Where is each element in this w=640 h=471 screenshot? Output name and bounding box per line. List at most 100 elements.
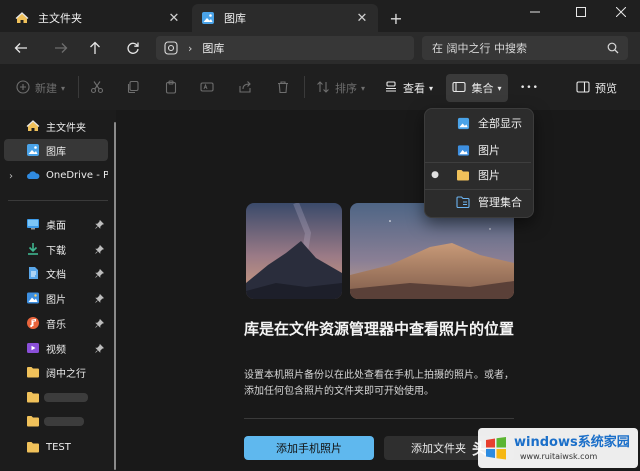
sidebar-item-redacted[interactable] bbox=[4, 386, 108, 408]
add-phone-photos-button[interactable]: 添加手机照片 bbox=[244, 436, 374, 460]
sidebar-item-pictures[interactable]: 图片 bbox=[4, 287, 108, 309]
tab-label: 主文件夹 bbox=[38, 12, 82, 25]
gallery-icon bbox=[456, 116, 470, 130]
collection-button[interactable]: 集合 ▾ bbox=[446, 74, 508, 102]
copy-button[interactable] bbox=[126, 76, 140, 100]
gallery-icon bbox=[200, 10, 216, 26]
sidebar-item-documents[interactable]: 文档 bbox=[4, 262, 108, 284]
forward-button[interactable] bbox=[48, 36, 74, 60]
chevron-down-icon: ▾ bbox=[429, 83, 434, 93]
selected-bullet-icon: ● bbox=[431, 170, 439, 180]
pin-icon[interactable] bbox=[94, 343, 104, 353]
close-tab-icon[interactable]: ✕ bbox=[164, 8, 184, 28]
menu-item-show-all[interactable]: 全部显示 bbox=[430, 112, 528, 134]
manage-collection-icon bbox=[456, 195, 470, 209]
search-icon bbox=[607, 42, 619, 54]
pictures-icon bbox=[26, 291, 40, 305]
empty-state-heading: 库是在文件资源管理器中查看照片的位置 bbox=[244, 320, 515, 338]
chevron-down-icon: ▾ bbox=[497, 83, 502, 93]
sidebar-item-label: 主文件夹 bbox=[46, 122, 86, 134]
preview-pane-icon bbox=[576, 80, 590, 97]
paste-button[interactable] bbox=[164, 76, 178, 100]
menu-item-label: 管理集合 bbox=[478, 196, 522, 209]
pin-icon[interactable] bbox=[94, 219, 104, 229]
view-button[interactable]: 查看 ▾ bbox=[384, 76, 433, 100]
pin-icon[interactable] bbox=[94, 318, 104, 328]
rename-button[interactable] bbox=[200, 76, 214, 100]
menu-separator bbox=[425, 162, 531, 163]
refresh-button[interactable] bbox=[120, 36, 146, 60]
menu-item-label: 图片 bbox=[478, 144, 500, 157]
search-input[interactable]: 在 阔中之行 中搜索 bbox=[422, 36, 628, 60]
menu-item-pictures-folder[interactable]: ● 图片 bbox=[430, 164, 528, 186]
menu-item-label: 图片 bbox=[478, 169, 500, 182]
sample-photo-night-mountain bbox=[246, 203, 342, 299]
gallery-outline-icon bbox=[164, 41, 178, 55]
sidebar-item-onedrive[interactable]: OneDrive - Per bbox=[4, 164, 108, 186]
more-icon: ••• bbox=[520, 83, 539, 93]
tab-gallery[interactable]: 图库 ✕ bbox=[192, 4, 378, 32]
divider bbox=[78, 76, 79, 98]
sidebar-item-folder[interactable]: 阔中之行 bbox=[4, 361, 108, 383]
pin-icon[interactable] bbox=[94, 244, 104, 254]
content-divider bbox=[244, 418, 514, 419]
chevron-down-icon: ▾ bbox=[61, 83, 66, 93]
up-button[interactable] bbox=[82, 36, 108, 60]
tab-label: 图库 bbox=[224, 12, 246, 25]
sidebar-item-label: 下载 bbox=[46, 245, 66, 257]
new-button-label: 新建 bbox=[35, 82, 57, 95]
more-options-button[interactable]: ••• bbox=[520, 76, 539, 100]
pictures-icon bbox=[456, 143, 470, 157]
folder-icon bbox=[26, 414, 40, 428]
collection-label: 集合 bbox=[471, 82, 494, 95]
sidebar-item-label: 图库 bbox=[46, 146, 66, 158]
sidebar-item-label: OneDrive - Per bbox=[46, 169, 108, 181]
search-placeholder: 在 阔中之行 中搜索 bbox=[432, 42, 527, 55]
redacted-label bbox=[44, 392, 88, 402]
delete-button[interactable] bbox=[276, 76, 290, 100]
menu-item-pictures[interactable]: 图片 bbox=[430, 139, 528, 161]
address-bar[interactable]: › 图库 bbox=[156, 36, 414, 60]
close-tab-icon[interactable]: ✕ bbox=[352, 8, 372, 28]
sidebar-item-desktop[interactable]: 桌面 bbox=[4, 213, 108, 235]
sidebar-item-label: 文档 bbox=[46, 269, 66, 281]
folder-icon bbox=[26, 440, 40, 454]
share-button[interactable] bbox=[238, 76, 252, 100]
sidebar-item-test[interactable]: TEST bbox=[4, 436, 108, 458]
menu-item-manage-collection[interactable]: 管理集合 bbox=[430, 191, 528, 213]
redacted-label bbox=[44, 416, 84, 426]
menu-separator bbox=[425, 189, 531, 190]
tab-home[interactable]: 主文件夹 ✕ bbox=[6, 4, 190, 32]
video-icon bbox=[26, 341, 40, 355]
back-button[interactable] bbox=[8, 36, 34, 60]
new-button[interactable]: 新建 ▾ bbox=[16, 76, 65, 100]
document-icon bbox=[26, 266, 40, 280]
sidebar-item-downloads[interactable]: 下载 bbox=[4, 238, 108, 260]
watermark-url: www.ruitaiwsk.com bbox=[520, 452, 598, 461]
close-window-button[interactable] bbox=[598, 0, 640, 24]
sidebar-item-redacted[interactable] bbox=[4, 410, 108, 432]
sidebar-item-videos[interactable]: 视频 bbox=[4, 337, 108, 359]
sort-button[interactable]: 排序 ▾ bbox=[316, 76, 365, 100]
chevron-right-icon: › bbox=[188, 41, 193, 55]
download-icon bbox=[26, 242, 40, 256]
pin-icon[interactable] bbox=[94, 268, 104, 278]
music-icon bbox=[26, 316, 40, 330]
preview-button[interactable]: 预览 bbox=[576, 76, 617, 100]
sidebar-item-label: 音乐 bbox=[46, 319, 66, 331]
pin-icon[interactable] bbox=[94, 293, 104, 303]
sort-label: 排序 bbox=[335, 82, 357, 95]
folder-icon bbox=[26, 365, 40, 379]
chevron-down-icon: ▾ bbox=[361, 83, 366, 93]
minimize-button[interactable] bbox=[512, 0, 558, 24]
sidebar-item-music[interactable]: 音乐 bbox=[4, 312, 108, 334]
add-folder-label: 添加文件夹 bbox=[410, 442, 466, 455]
breadcrumb[interactable]: 图库 bbox=[202, 40, 224, 56]
home-icon bbox=[14, 10, 30, 26]
watermark-brand: windows系统家园 bbox=[514, 435, 630, 450]
new-tab-button[interactable]: + bbox=[386, 8, 406, 28]
sort-icon bbox=[316, 80, 330, 97]
sidebar-item-home[interactable]: 主文件夹 bbox=[4, 115, 108, 137]
cut-button[interactable] bbox=[90, 76, 104, 100]
sidebar-item-gallery[interactable]: 图库 bbox=[4, 139, 108, 161]
